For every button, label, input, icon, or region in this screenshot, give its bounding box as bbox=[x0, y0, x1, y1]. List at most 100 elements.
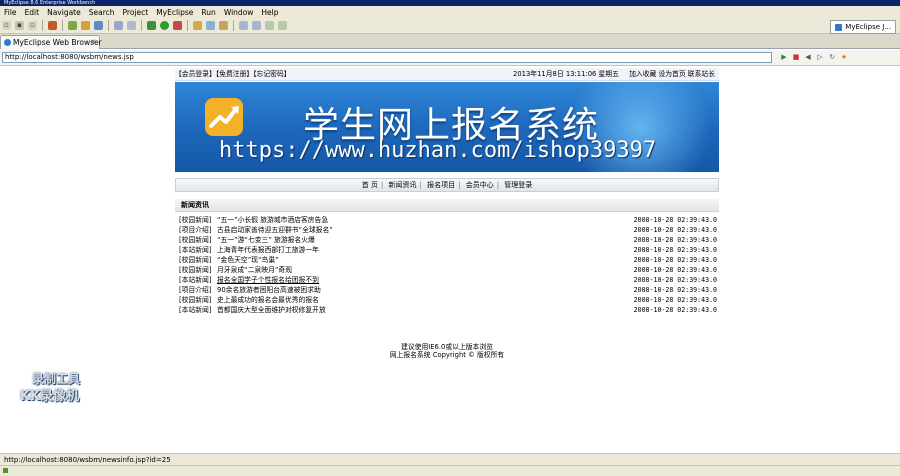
nav-admin-login[interactable]: 管理登录 bbox=[501, 181, 535, 189]
copyright: 网上报名系统 Copyright © 版权所有 bbox=[389, 351, 505, 359]
menu-help[interactable]: Help bbox=[257, 8, 282, 17]
menu-navigate[interactable]: Navigate bbox=[43, 8, 85, 17]
toolbar-separator bbox=[233, 20, 234, 31]
news-time: 2008-10-28 02:39:43.0 bbox=[633, 256, 717, 264]
go-icon[interactable]: ▶ bbox=[780, 53, 788, 62]
menu-myeclipse[interactable]: MyEclipse bbox=[152, 8, 197, 17]
news-category: [项目介绍] bbox=[179, 286, 212, 294]
list-item[interactable]: [项目介绍] 古县启动家善待迎五迎群书“全球报名” 2008-10-28 02:39… bbox=[175, 225, 719, 235]
db-icon[interactable] bbox=[114, 21, 123, 30]
list-item[interactable]: [校园新闻] 史上最成功的报名会最优秀的报名 2008-10-28 02:39:43… bbox=[175, 295, 719, 305]
recorder-watermark-line2: KK录像机 bbox=[20, 389, 80, 404]
refresh-icon[interactable]: ↻ bbox=[828, 53, 836, 62]
news-time: 2008-10-28 02:39:43.0 bbox=[633, 236, 717, 244]
nav-separator: | bbox=[496, 181, 500, 189]
menu-bar: File Edit Navigate Search Project MyEcli… bbox=[0, 6, 900, 18]
news-category: [本站新闻] bbox=[179, 276, 212, 284]
news-title[interactable]: 90余名旅游者困阳台高速被困求助 bbox=[217, 285, 321, 295]
status-bar: http://localhost:8080/wsbm/newsinfo.jsp?… bbox=[0, 453, 900, 465]
news-title[interactable]: 首都国庆大型全面维护对权修复开放 bbox=[217, 305, 326, 315]
list-item[interactable]: [本站新闻] 首都国庆大型全面维护对权修复开放 2008-10-28 02:39:4… bbox=[175, 305, 719, 315]
forward-icon[interactable] bbox=[278, 21, 287, 30]
toolbar-separator bbox=[141, 20, 142, 31]
new-icon[interactable]: ▫ bbox=[2, 21, 11, 30]
news-title[interactable]: 月牙泉成“二泉映月”奇观 bbox=[217, 265, 292, 275]
news-title[interactable]: “五一”游“七变三” 旅游报名火爆 bbox=[217, 235, 315, 245]
menu-project[interactable]: Project bbox=[119, 8, 153, 17]
news-time: 2008-10-28 02:39:43.0 bbox=[633, 306, 717, 314]
menu-file[interactable]: File bbox=[0, 8, 21, 17]
nav-member-center[interactable]: 会员中心 bbox=[463, 181, 497, 189]
uml-icon[interactable] bbox=[127, 21, 136, 30]
news-time: 2008-10-28 02:39:43.0 bbox=[633, 276, 717, 284]
run-icon[interactable] bbox=[160, 21, 169, 30]
task-icon[interactable] bbox=[219, 21, 228, 30]
site-quick-links[interactable]: 加入收藏 设为首页 联系站长 bbox=[629, 68, 715, 80]
browser-nav-buttons: ▶ ■ ◀ ▷ ↻ ★ bbox=[780, 53, 848, 62]
tab-web-browser[interactable]: MyEclipse Web Browser ✕ bbox=[0, 35, 102, 49]
list-item[interactable]: [项目介绍] 90余名旅游者困阳台高速被困求助 2008-10-28 02:39:4… bbox=[175, 285, 719, 295]
news-title[interactable]: 史上最成功的报名会最优秀的报名 bbox=[217, 295, 319, 305]
stop-icon[interactable]: ■ bbox=[792, 53, 800, 62]
prev-annotation-icon[interactable] bbox=[239, 21, 248, 30]
menu-edit[interactable]: Edit bbox=[21, 8, 44, 17]
news-section: 新闻资讯 [校园新闻] “五一”小长假 旅游城市酒店客房告急 2008-10-28 … bbox=[175, 199, 719, 339]
menu-run[interactable]: Run bbox=[197, 8, 219, 17]
browser-recommendation: 建议使用IE6.0或以上版本浏览 bbox=[401, 343, 493, 351]
next-annotation-icon[interactable] bbox=[252, 21, 261, 30]
news-title[interactable]: “金色天空”现“鸟巢” bbox=[217, 255, 279, 265]
search-icon[interactable] bbox=[206, 21, 215, 30]
browser-content: 【会员登录】【免费注册】【忘记密码】 2013年11月8日 13:11:06 星… bbox=[0, 66, 900, 453]
server-icon[interactable] bbox=[48, 21, 57, 30]
nav-separator: | bbox=[419, 181, 422, 189]
news-category: [校园新闻] bbox=[179, 296, 212, 304]
news-category: [校园新闻] bbox=[179, 236, 212, 244]
news-title[interactable]: 上海青年代表报西部打工旅游一年 bbox=[217, 245, 319, 255]
perspective-switcher[interactable]: MyEclipse J... bbox=[830, 20, 896, 34]
growth-chart-logo-icon bbox=[205, 98, 243, 136]
forward-icon[interactable]: ▷ bbox=[816, 53, 824, 62]
deploy-icon[interactable] bbox=[81, 21, 90, 30]
back-icon[interactable]: ◀ bbox=[804, 53, 812, 62]
news-title[interactable]: 报名全国学子个性报名给团报不到 bbox=[217, 275, 319, 285]
news-time: 2008-10-28 02:39:43.0 bbox=[633, 226, 717, 234]
list-item[interactable]: [本站新闻] 上海青年代表报西部打工旅游一年 2008-10-28 02:39:43… bbox=[175, 245, 719, 255]
current-datetime: 2013年11月8日 13:11:06 星期五 bbox=[513, 70, 619, 78]
close-icon[interactable]: ✕ bbox=[90, 36, 96, 49]
tab-label: MyEclipse Web Browser bbox=[13, 38, 102, 47]
news-time: 2008-10-28 02:39:43.0 bbox=[633, 286, 717, 294]
back-icon[interactable] bbox=[265, 21, 274, 30]
debug-icon[interactable] bbox=[147, 21, 156, 30]
news-category: [校园新闻] bbox=[179, 256, 212, 264]
print-icon[interactable]: ▫ bbox=[28, 21, 37, 30]
nav-home[interactable]: 首 页 bbox=[359, 181, 381, 189]
nav-projects[interactable]: 报名项目 bbox=[424, 181, 458, 189]
url-input[interactable] bbox=[2, 52, 772, 63]
list-item[interactable]: [校园新闻] “五一”游“七变三” 旅游报名火爆 2008-10-28 02:39:… bbox=[175, 235, 719, 245]
news-title[interactable]: 古县启动家善待迎五迎群书“全球报名” bbox=[217, 225, 333, 235]
external-tools-icon[interactable] bbox=[173, 21, 182, 30]
list-item[interactable]: [校园新闻] “五一”小长假 旅游城市酒店客房告急 2008-10-28 02:39… bbox=[175, 215, 719, 225]
manage-icon[interactable] bbox=[94, 21, 103, 30]
project-icon[interactable] bbox=[68, 21, 77, 30]
list-item[interactable]: [校园新闻] 月牙泉成“二泉映月”奇观 2008-10-28 02:39:43.0 bbox=[175, 265, 719, 275]
toolbar-separator bbox=[42, 20, 43, 31]
news-time: 2008-10-28 02:39:43.0 bbox=[633, 216, 717, 224]
save-icon[interactable]: ▪ bbox=[15, 21, 24, 30]
bookmark-icon[interactable]: ★ bbox=[840, 53, 848, 62]
list-item[interactable]: [校园新闻] “金色天空”现“鸟巢” 2008-10-28 02:39:43.0 bbox=[175, 255, 719, 265]
menu-search[interactable]: Search bbox=[85, 8, 119, 17]
news-category: [本站新闻] bbox=[179, 246, 212, 254]
open-type-icon[interactable] bbox=[193, 21, 202, 30]
news-category: [本站新闻] bbox=[179, 306, 212, 314]
news-title[interactable]: “五一”小长假 旅游城市酒店客房告急 bbox=[217, 215, 328, 225]
menu-window[interactable]: Window bbox=[220, 8, 258, 17]
member-links[interactable]: 【会员登录】【免费注册】【忘记密码】 bbox=[175, 68, 291, 80]
nav-news[interactable]: 新闻资讯 bbox=[386, 181, 420, 189]
watermark-url: https://www.huzhan.com/ishop39397 bbox=[219, 138, 657, 163]
toolbar-separator bbox=[62, 20, 63, 31]
editor-tab-bar: MyEclipse Web Browser ✕ bbox=[0, 34, 900, 49]
list-item[interactable]: [本站新闻] 报名全国学子个性报名给团报不到 2008-10-28 02:39:43… bbox=[175, 275, 719, 285]
bottom-trim bbox=[0, 465, 900, 476]
recorder-watermark: 录制工具 KK录像机 bbox=[20, 370, 100, 404]
